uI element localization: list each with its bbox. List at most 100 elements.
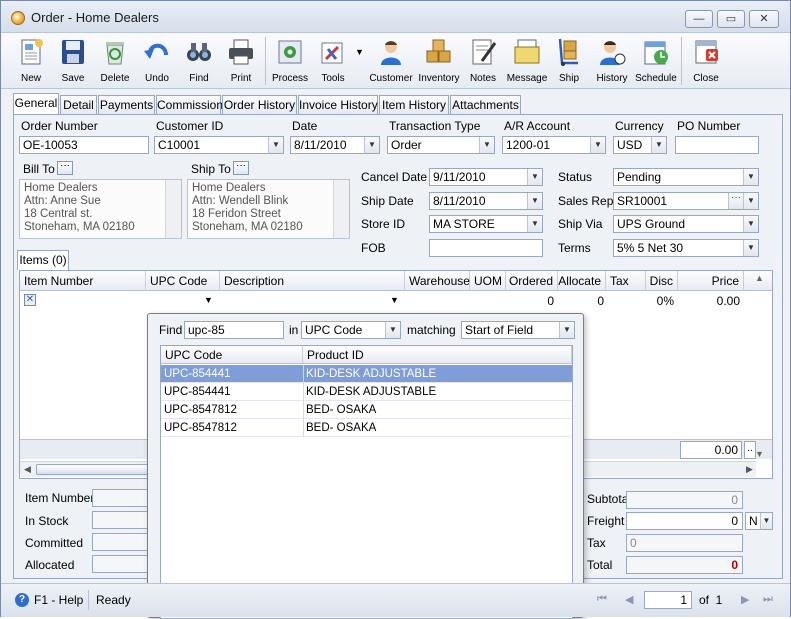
maximize-button[interactable]: ▭ [717,10,745,28]
column-header[interactable]: Allocate [558,271,606,291]
delete-row-icon[interactable]: ✕ [24,294,36,306]
tab-general[interactable]: General [13,93,59,115]
customer-id-field[interactable]: C10001 ▼ [154,136,284,154]
list-item[interactable]: UPC-8547812 BED- OSAKA [161,401,572,419]
scroll-left-icon[interactable]: ◀ [24,464,31,475]
prev-page-icon[interactable]: ◀ [625,593,633,606]
find-in-select[interactable]: UPC Code ▼ [301,321,401,339]
chevron-down-icon[interactable]: ▼ [204,295,213,305]
notes-button[interactable]: Notes [463,35,503,87]
find-input[interactable]: upc-85 [184,321,284,339]
history-button[interactable]: History [591,35,633,87]
tab-order-history[interactable]: Order History [222,95,297,115]
new-button[interactable]: New [11,35,51,87]
ship-date-field[interactable]: 8/11/2010 ▼ [429,192,543,210]
chevron-down-icon[interactable]: ▼ [590,137,605,153]
date-field[interactable]: 8/11/2010 ▼ [290,136,380,154]
price-cell[interactable]: 0.00 [678,292,740,310]
ship-to-lookup-button[interactable]: ··· [233,161,249,175]
tab-payments[interactable]: Payments [98,95,155,115]
column-header[interactable]: Tax [606,271,646,291]
print-button[interactable]: Print [221,35,261,87]
delete-button[interactable]: Delete [95,35,135,87]
scroll-down-icon[interactable]: ▼ [755,449,764,459]
tab-attachments[interactable]: Attachments [450,95,521,115]
disc-cell[interactable]: 0% [646,292,674,310]
help-icon[interactable]: ? [15,593,29,607]
column-header[interactable]: Item Number [20,271,146,291]
chevron-down-icon[interactable]: ▼ [527,193,542,209]
chevron-down-icon[interactable]: ▼ [743,216,758,232]
tools-button[interactable]: Tools [313,35,353,87]
chevron-down-icon[interactable]: ▼ [527,169,542,185]
column-header[interactable]: UOM [470,271,506,291]
ar-account-field[interactable]: 1200-01 ▼ [502,136,606,154]
close-button[interactable]: Close [687,35,725,87]
column-header[interactable]: Warehouse [405,271,470,291]
chevron-down-icon[interactable]: ▼ [527,216,542,232]
column-header[interactable]: Ordered [506,271,558,291]
column-header[interactable]: Disc [646,271,678,291]
transaction-type-select[interactable]: Order ▼ [387,136,495,154]
fob-field[interactable] [429,239,543,257]
message-button[interactable]: Message [505,35,549,87]
save-button[interactable]: Save [53,35,93,87]
schedule-button[interactable]: Schedule [633,35,679,87]
process-button[interactable]: Process [269,35,311,87]
column-header[interactable]: UPC Code [161,346,303,364]
store-id-field[interactable]: MA STORE ▼ [429,215,543,233]
freight-code-select[interactable]: N ▼ [745,512,773,530]
column-header[interactable]: Product ID [303,346,572,364]
chevron-down-icon[interactable]: ▼ [743,240,758,256]
tab-detail[interactable]: Detail [60,95,97,115]
tab-invoice-history[interactable]: Invoice History [298,95,378,115]
terms-select[interactable]: 5% 5 Net 30 ▼ [613,239,759,257]
last-page-icon[interactable]: ⏭ [763,593,773,606]
scrollbar[interactable] [165,180,181,238]
cancel-date-field[interactable]: 9/11/2010 ▼ [429,168,543,186]
scroll-right-icon[interactable]: ▶ [746,464,753,475]
matching-select[interactable]: Start of Field ▼ [461,321,575,339]
tab-items[interactable]: Items (0) [17,250,69,270]
freight-field[interactable]: 0 [626,512,743,530]
help-hint[interactable]: F1 - Help [34,593,83,607]
ordered-cell[interactable]: 0 [506,292,554,310]
bill-to-lookup-button[interactable]: ··· [57,161,73,175]
list-item[interactable]: UPC-854441 KID-DESK ADJUSTABLE [161,365,572,383]
bill-to-address[interactable]: Home Dealers Attn: Anne Sue 18 Central s… [19,179,182,239]
status-select[interactable]: Pending ▼ [613,168,759,186]
currency-field[interactable]: USD ▼ [613,136,667,154]
sales-rep-lookup-button[interactable]: ··· [728,193,743,209]
undo-button[interactable]: Undo [137,35,177,87]
scroll-up-icon[interactable]: ▲ [755,273,764,283]
chevron-down-icon[interactable]: ▼ [743,169,758,185]
chevron-down-icon[interactable]: ▼ [743,193,758,209]
page-number-input[interactable]: 1 [644,591,692,609]
chevron-down-icon[interactable]: ▼ [385,322,400,338]
next-page-icon[interactable]: ▶ [741,593,749,606]
sales-rep-field[interactable]: SR10001 ··· ▼ [613,192,759,210]
chevron-down-icon[interactable]: ▼ [479,137,494,153]
po-number-field[interactable] [675,136,759,154]
ship-button[interactable]: Ship [551,35,587,87]
customer-button[interactable]: Customer [369,35,413,87]
column-header[interactable]: Description [220,271,405,291]
scrollbar[interactable] [333,180,349,238]
chevron-down-icon[interactable]: ▼ [268,137,283,153]
chevron-down-icon[interactable]: ▼ [760,513,772,529]
inventory-button[interactable]: Inventory [417,35,461,87]
column-header[interactable]: UPC Code [146,271,220,291]
tab-item-history[interactable]: Item History [379,95,449,115]
scrollbar-thumb[interactable] [36,464,156,475]
find-button[interactable]: Find [179,35,219,87]
first-page-icon[interactable]: ⏮ [597,593,607,606]
ship-via-select[interactable]: UPS Ground ▼ [613,215,759,233]
list-item[interactable]: UPC-854441 KID-DESK ADJUSTABLE [161,383,572,401]
order-number-field[interactable]: OE-10053 [19,136,149,154]
chevron-down-icon[interactable]: ▼ [559,322,574,338]
chevron-down-icon[interactable]: ▼ [390,295,399,305]
minimize-button[interactable]: — [685,10,713,28]
tools-dropdown-icon[interactable]: ▼ [355,47,364,57]
list-item[interactable]: UPC-8547812 BED- OSAKA [161,419,572,437]
allocate-cell[interactable]: 0 [558,292,604,310]
